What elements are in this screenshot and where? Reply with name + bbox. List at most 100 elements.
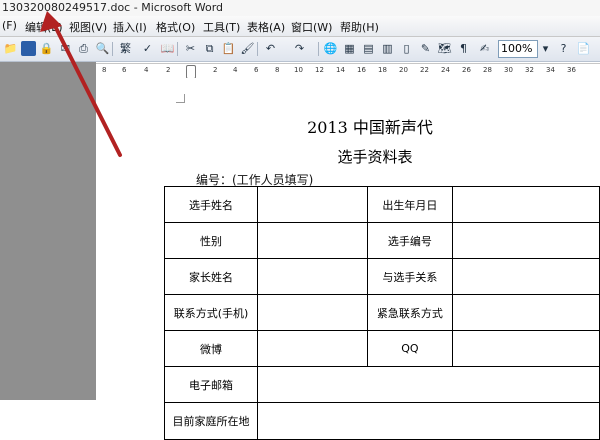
- table-cell-label[interactable]: 目前家庭所在地: [163, 402, 259, 440]
- spelling-icon[interactable]: ✓: [140, 41, 155, 56]
- table-row: 电子邮箱: [163, 366, 600, 403]
- ruler-tick: 16: [357, 66, 366, 74]
- ruler-tick: 26: [462, 66, 471, 74]
- read-mode-icon[interactable]: 📄: [576, 41, 591, 56]
- research-icon[interactable]: 📖: [160, 41, 175, 56]
- table-cell-value[interactable]: [257, 294, 368, 331]
- permission-icon[interactable]: 🔒: [39, 41, 54, 56]
- menu-tools[interactable]: 工具(T): [203, 19, 240, 35]
- mail-icon[interactable]: ✉: [58, 41, 73, 56]
- table-cell-label[interactable]: 性别: [163, 222, 259, 259]
- table-cell-value[interactable]: [451, 330, 600, 367]
- standard-toolbar: 📁 🔒 ✉ ⎙ 🔍 繁 ✓ 📖 ✂ ⧉ 📋 🖌 ↶ ↷ 🌐 ▦ ▤ ▥ ▯ ✎ …: [0, 37, 600, 62]
- ruler-tick: 2: [213, 66, 218, 74]
- toolbar-separator: [177, 42, 178, 56]
- tables-borders-icon[interactable]: ▦: [342, 41, 357, 56]
- left-margin-area: [0, 62, 96, 400]
- table-cell-label[interactable]: 选手姓名: [163, 186, 259, 223]
- title-bar: 130320080249517.doc - Microsoft Word: [0, 0, 600, 17]
- ruler-tick: 20: [399, 66, 408, 74]
- ruler-tick: 24: [441, 66, 450, 74]
- ruler-tick: 14: [336, 66, 345, 74]
- table-row: 性别 选手编号: [163, 222, 600, 259]
- ruler-tick: 8: [275, 66, 280, 74]
- menu-format[interactable]: 格式(O): [156, 19, 195, 35]
- show-hide-icon[interactable]: ¶: [456, 41, 471, 56]
- toolbar-separator: [257, 42, 258, 56]
- menu-table[interactable]: 表格(A): [247, 19, 285, 35]
- ruler-tick: 32: [525, 66, 534, 74]
- document-subtitle: 选手资料表: [337, 148, 413, 166]
- table-cell-label[interactable]: 出生年月日: [366, 186, 453, 223]
- menu-view[interactable]: 视图(V): [69, 19, 107, 35]
- ruler-tick: 12: [315, 66, 324, 74]
- ruler-tick: 30: [504, 66, 513, 74]
- margin-corner-mark: [176, 94, 185, 103]
- table-cell-value[interactable]: [257, 258, 368, 295]
- ruler-tick: 28: [483, 66, 492, 74]
- print-preview-icon[interactable]: 🔍: [95, 41, 110, 56]
- chevron-down-icon[interactable]: ▾: [538, 41, 553, 56]
- table-cell-value[interactable]: [257, 186, 368, 223]
- hyperlink-icon[interactable]: 🌐: [323, 41, 338, 56]
- table-row: 目前家庭所在地: [163, 402, 600, 440]
- table-cell-label[interactable]: 联系方式(手机): [163, 294, 259, 331]
- help-icon[interactable]: ?: [556, 41, 571, 56]
- contestant-info-table[interactable]: 选手姓名 出生年月日 性别 选手编号 家长姓名 与选手关系 联系方式(手机) 紧…: [163, 186, 600, 440]
- table-cell-label[interactable]: 与选手关系: [366, 258, 453, 295]
- cut-icon[interactable]: ✂: [183, 41, 198, 56]
- redo-icon[interactable]: ↷: [292, 41, 307, 56]
- table-cell-value[interactable]: [257, 222, 368, 259]
- table-cell-label[interactable]: 电子邮箱: [163, 366, 259, 403]
- document-title: 2013 中国新声代: [307, 118, 433, 137]
- drawing-icon[interactable]: ✎: [418, 41, 433, 56]
- table-cell-label[interactable]: QQ: [366, 330, 453, 367]
- menu-file[interactable]: (F): [2, 19, 17, 32]
- table-cell-value[interactable]: [451, 258, 600, 295]
- ruler-tick: 4: [144, 66, 149, 74]
- ruler-tick: 6: [122, 66, 127, 74]
- indent-marker-icon[interactable]: [186, 65, 196, 79]
- ruler-tick: 8: [102, 66, 107, 74]
- ruler-tick: 4: [233, 66, 238, 74]
- toolbar-separator: [318, 42, 319, 56]
- table-cell-value[interactable]: [257, 366, 600, 403]
- undo-icon[interactable]: ↶: [263, 41, 278, 56]
- menu-help[interactable]: 帮助(H): [340, 19, 379, 35]
- table-cell-label[interactable]: 选手编号: [366, 222, 453, 259]
- ruler-tick: 36: [567, 66, 576, 74]
- save-icon[interactable]: [21, 41, 36, 56]
- window-title: 130320080249517.doc - Microsoft Word: [2, 1, 224, 14]
- ink-icon[interactable]: ✍: [477, 41, 492, 56]
- zoom-select[interactable]: 100%: [498, 40, 538, 58]
- document-map-icon[interactable]: 🗺: [437, 41, 452, 56]
- table-cell-label[interactable]: 微博: [163, 330, 259, 367]
- table-row: 家长姓名 与选手关系: [163, 258, 600, 295]
- table-row: 选手姓名 出生年月日: [163, 186, 600, 223]
- table-row: 微博 QQ: [163, 330, 600, 367]
- toolbar-separator: [112, 42, 113, 56]
- menu-edit[interactable]: 编辑(E): [25, 19, 63, 35]
- format-painter-icon[interactable]: 🖌: [240, 41, 255, 56]
- menu-insert[interactable]: 插入(I): [113, 19, 147, 35]
- insert-table-icon[interactable]: ▤: [361, 41, 376, 56]
- table-cell-label[interactable]: 家长姓名: [163, 258, 259, 295]
- menu-window[interactable]: 窗口(W): [291, 19, 332, 35]
- table-cell-label[interactable]: 紧急联系方式: [366, 294, 453, 331]
- ruler-tick: 10: [294, 66, 303, 74]
- traditional-chinese-icon[interactable]: 繁: [118, 41, 133, 56]
- table-cell-value[interactable]: [257, 330, 368, 367]
- table-cell-value[interactable]: [451, 186, 600, 223]
- ruler-tick: 34: [546, 66, 555, 74]
- ruler-tick: 18: [378, 66, 387, 74]
- copy-icon[interactable]: ⧉: [202, 41, 217, 56]
- table-cell-value[interactable]: [451, 222, 600, 259]
- print-icon[interactable]: ⎙: [76, 41, 91, 56]
- paste-icon[interactable]: 📋: [221, 41, 236, 56]
- ruler-tick: 22: [420, 66, 429, 74]
- columns-icon[interactable]: ▯: [399, 41, 414, 56]
- insert-excel-icon[interactable]: ▥: [380, 41, 395, 56]
- table-cell-value[interactable]: [257, 402, 600, 440]
- open-folder-icon[interactable]: 📁: [3, 41, 18, 56]
- table-cell-value[interactable]: [451, 294, 600, 331]
